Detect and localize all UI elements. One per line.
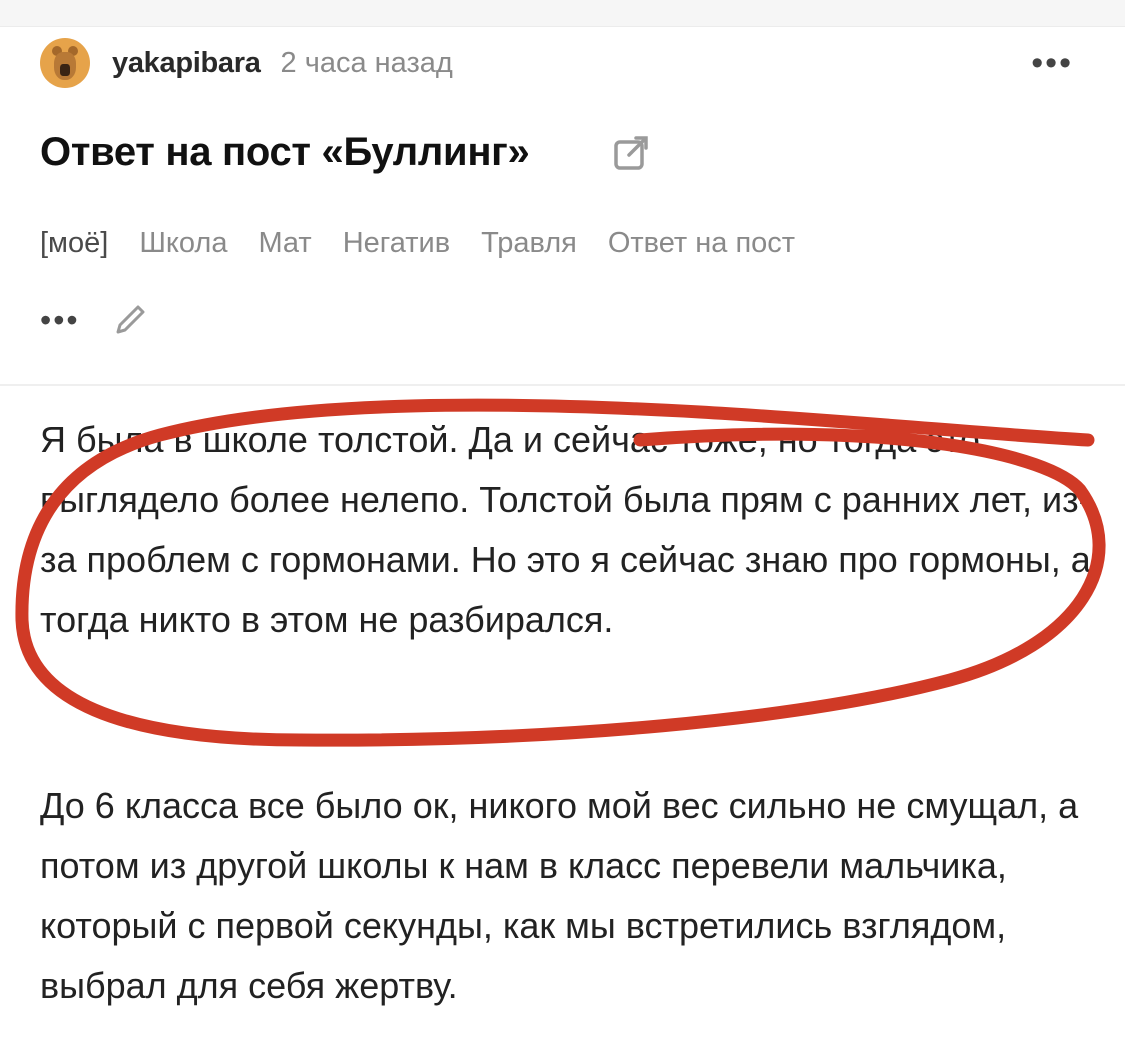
tag-list: [моё] Школа Мат Негатив Травля Ответ на … (40, 227, 826, 260)
tag-item[interactable]: Мат (258, 227, 311, 260)
more-icon[interactable]: ••• (1031, 46, 1073, 80)
tag-item[interactable]: Ответ на пост (608, 227, 795, 260)
capybara-avatar-icon[interactable] (40, 38, 90, 88)
post-header: yakapibara 2 часа назад (40, 38, 453, 88)
post-paragraph: Я была в школе толстой. Да и сейчас тоже… (40, 419, 1091, 640)
tag-item[interactable]: Школа (139, 227, 227, 260)
post-title[interactable]: Ответ на пост «Буллинг» (40, 130, 530, 175)
tag-item[interactable]: [моё] (40, 227, 108, 260)
divider (0, 384, 1125, 386)
tag-item[interactable]: Травля (481, 227, 577, 260)
post-actions: ••• (40, 300, 150, 340)
top-edge (0, 0, 1125, 27)
post-time: 2 часа назад (280, 46, 453, 79)
more-icon[interactable]: ••• (40, 302, 80, 339)
post-paragraph: До 6 класса все было ок, никого мой вес … (40, 785, 1079, 1006)
author-name[interactable]: yakapibara (112, 47, 261, 80)
tag-item[interactable]: Негатив (343, 227, 450, 260)
external-link-icon[interactable] (611, 131, 653, 173)
pencil-icon[interactable] (110, 300, 150, 340)
